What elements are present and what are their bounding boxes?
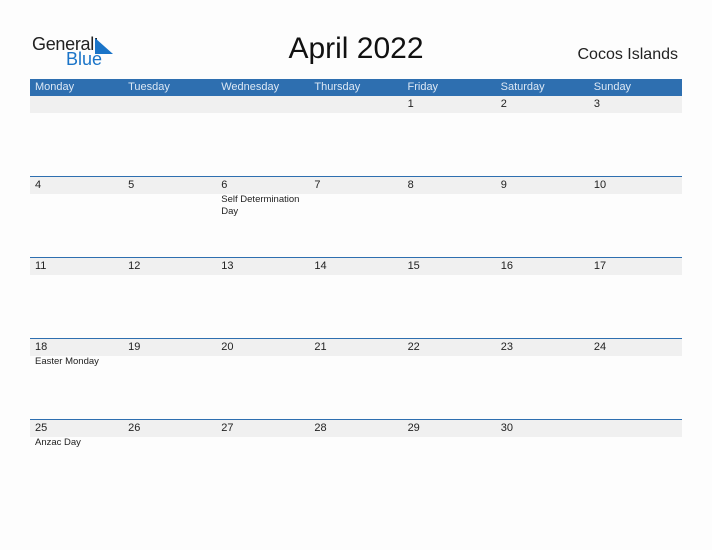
day-number: 17 [593,260,607,272]
day-number: 21 [314,341,327,353]
weekday-friday: Friday [407,81,439,93]
day-cell: 15 [403,258,496,339]
holiday-label: Easter Monday [35,356,99,367]
day-number: 18 [35,341,48,353]
holiday-label: Anzac Day [35,437,81,448]
day-number: 1 [407,98,414,110]
day-number: 8 [407,179,414,191]
day-cell [309,96,402,177]
day-number [35,96,123,113]
day-cell: 3 [589,96,682,177]
day-cell [216,96,309,177]
day-number: 2 [500,98,507,110]
day-number: 28 [314,422,327,434]
day-cell [30,96,123,177]
day-cell: 12 [123,258,216,339]
day-cell: 10 [589,177,682,258]
weekday-thursday: Thursday [314,81,361,93]
week-row: 25 Anzac Day 26 27 28 29 30 [30,419,682,501]
weekday-wednesday: Wednesday [221,81,280,93]
day-number [221,96,309,113]
day-cell: 7 [309,177,402,258]
day-cell [123,96,216,177]
day-number: 30 [500,422,513,434]
day-cell: 4 [30,177,123,258]
day-number: 27 [221,422,234,434]
day-number: 20 [221,341,234,353]
weekday-tuesday: Tuesday [128,81,170,93]
day-number: 11 [35,260,47,272]
day-number: 9 [500,179,507,191]
day-number: 5 [128,179,135,191]
holiday-label: Self Determination Day [221,194,300,217]
weekday-monday: Monday [35,81,75,93]
day-number: 7 [314,179,321,191]
week-row: 1 2 3 [30,96,682,177]
day-number [314,96,402,113]
day-number [128,96,216,113]
day-number: 14 [314,260,327,272]
day-cell: 1 [403,96,496,177]
day-cell: 20 [216,339,309,420]
day-cell: 21 [309,339,402,420]
day-cell: 8 [403,177,496,258]
day-cell: 26 [123,420,216,501]
day-number: 16 [500,260,513,272]
day-number: 26 [128,422,141,434]
day-number: 29 [407,422,420,434]
weekday-saturday: Saturday [500,81,545,93]
day-number: 15 [407,260,420,272]
day-number: 19 [128,341,141,353]
day-number: 23 [500,341,513,353]
day-number: 24 [593,341,607,353]
day-cell: 13 [216,258,309,339]
day-number [594,420,682,437]
weekday-header: Monday Tuesday Wednesday Thursday Friday… [30,79,682,96]
day-cell [589,420,682,501]
day-cell: 6 Self Determination Day [216,177,309,258]
day-cell: 22 [403,339,496,420]
day-cell: 17 [589,258,682,339]
day-cell: 27 [216,420,309,501]
day-number: 3 [593,98,600,110]
day-cell: 18 Easter Monday [30,339,123,420]
day-cell: 16 [496,258,589,339]
day-cell: 9 [496,177,589,258]
day-cell: 19 [123,339,216,420]
day-number: 6 [221,179,228,191]
week-row: 18 Easter Monday 19 20 21 22 23 24 [30,338,682,420]
week-row: 11 12 13 14 15 16 17 [30,257,682,339]
day-cell: 30 [496,420,589,501]
day-number: 4 [35,179,42,191]
day-number: 10 [593,179,607,191]
day-number: 22 [407,341,420,353]
day-cell: 5 [123,177,216,258]
day-cell: 24 [589,339,682,420]
day-number: 25 [35,422,48,434]
day-number: 12 [128,260,141,272]
day-cell: 2 [496,96,589,177]
day-number: 13 [221,260,234,272]
region-name: Cocos Islands [577,46,679,63]
day-cell: 23 [496,339,589,420]
day-cell: 28 [309,420,402,501]
weekday-sunday: Sunday [593,81,632,93]
day-cell: 11 [30,258,123,339]
day-cell: 14 [309,258,402,339]
day-cell: 29 [403,420,496,501]
week-row: 4 5 6 Self Determination Day 7 8 9 10 [30,176,682,258]
day-cell: 25 Anzac Day [30,420,123,501]
